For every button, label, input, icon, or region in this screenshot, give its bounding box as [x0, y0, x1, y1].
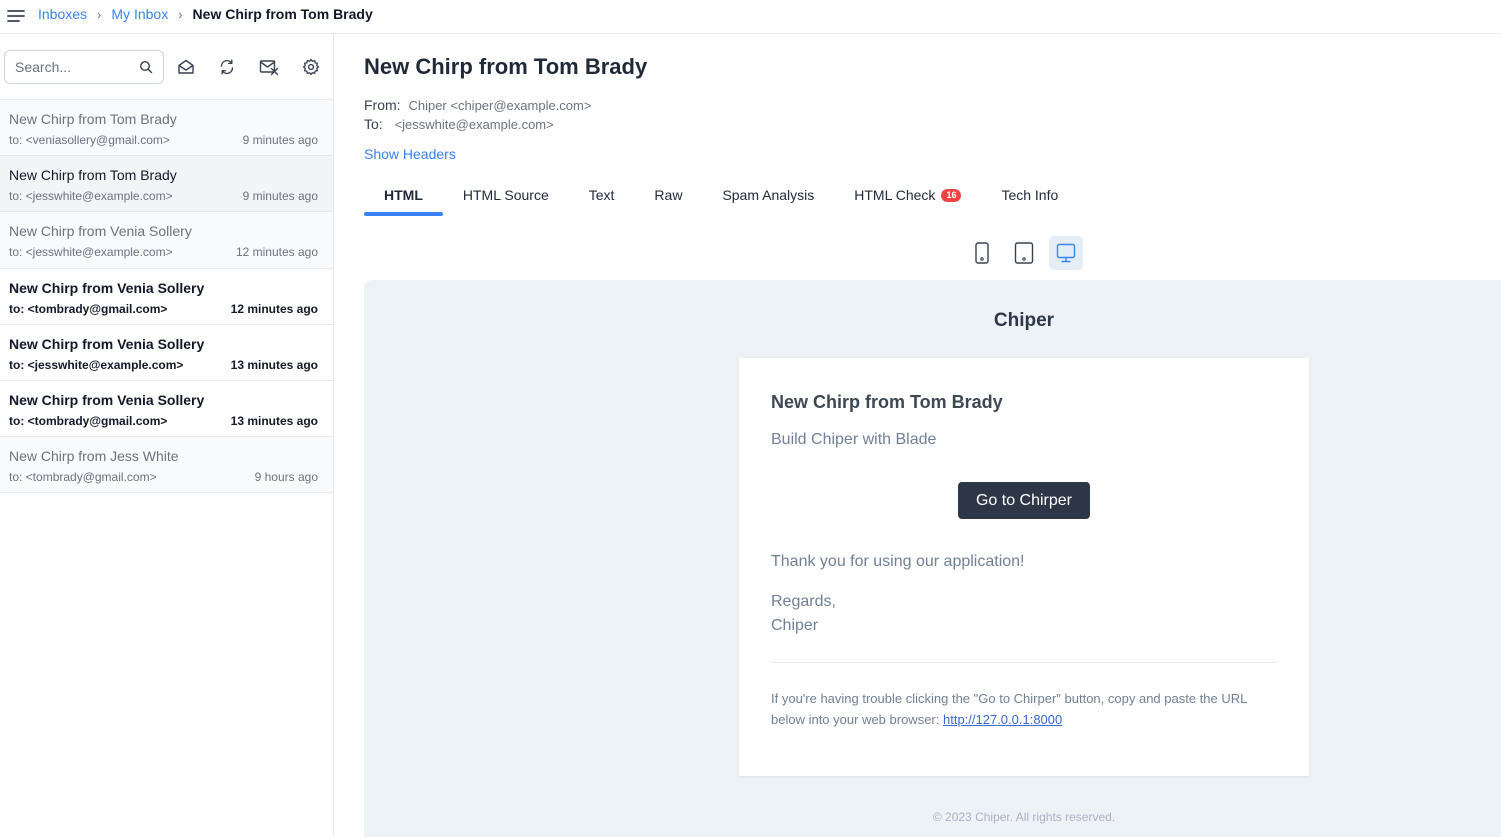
- hamburger-menu-icon[interactable]: [7, 7, 25, 25]
- envelope-open-icon: [178, 59, 194, 74]
- top-bar: Inboxes › My Inbox › New Chirp from Tom …: [0, 0, 1501, 34]
- tab-label: HTML: [384, 187, 423, 203]
- list-item[interactable]: New Chirp from Jess White to: <tombrady@…: [0, 437, 333, 494]
- tab-text[interactable]: Text: [569, 174, 635, 216]
- email-subcopy: If you're having trouble clicking the "G…: [771, 688, 1277, 730]
- to-row: To: <jesswhite@example.com>: [364, 116, 554, 132]
- tab-raw[interactable]: Raw: [634, 174, 702, 216]
- settings-button[interactable]: [300, 56, 322, 78]
- email-signature: Chiper: [771, 617, 819, 634]
- search-input[interactable]: [15, 52, 140, 82]
- view-tabs: HTML HTML Source Text Raw Spam Analysis …: [364, 174, 1078, 216]
- breadcrumb-current: New Chirp from Tom Brady: [192, 6, 373, 22]
- list-item[interactable]: New Chirp from Venia Sollery to: <tombra…: [0, 268, 333, 325]
- message-time: 12 minutes ago: [230, 301, 318, 316]
- to-label: To:: [364, 116, 383, 132]
- app-url-link[interactable]: http://127.0.0.1:8000: [943, 712, 1062, 727]
- refresh-button[interactable]: [216, 56, 238, 78]
- message-subject: New Chirp from Tom Brady: [9, 111, 177, 127]
- message-recipient: to: <jesswhite@example.com>: [9, 357, 184, 372]
- tab-spam-analysis[interactable]: Spam Analysis: [702, 174, 834, 216]
- search-box: [4, 50, 164, 84]
- chevron-right-icon: ›: [97, 6, 102, 22]
- gear-icon: [302, 58, 320, 76]
- tab-html-source[interactable]: HTML Source: [443, 174, 569, 216]
- clear-inbox-button[interactable]: [258, 56, 280, 78]
- desktop-icon: [1056, 243, 1076, 263]
- divider: [771, 662, 1277, 663]
- message-subject: New Chirp from Venia Sollery: [9, 335, 205, 352]
- tab-html-check[interactable]: HTML Check 16: [834, 174, 981, 216]
- message-time: 13 minutes ago: [230, 413, 318, 428]
- message-subject: New Chirp from Venia Sollery: [9, 279, 205, 296]
- tab-label: HTML Check: [854, 187, 936, 203]
- breadcrumb-inboxes[interactable]: Inboxes: [38, 6, 87, 22]
- issue-count-badge: 16: [941, 188, 962, 202]
- list-item[interactable]: New Chirp from Tom Brady to: <jesswhite@…: [0, 156, 333, 213]
- tab-tech-info[interactable]: Tech Info: [981, 174, 1078, 216]
- message-subject: New Chirp from Jess White: [9, 448, 179, 465]
- list-item[interactable]: New Chirp from Venia Sollery to: <jesswh…: [0, 212, 333, 269]
- breadcrumb-my-inbox[interactable]: My Inbox: [111, 6, 168, 22]
- message-recipient: to: <jesswhite@example.com>: [9, 189, 173, 204]
- message-time: 12 minutes ago: [235, 245, 318, 260]
- chevron-right-icon: ›: [178, 6, 183, 22]
- mail-delete-icon: [259, 60, 279, 76]
- message-recipient: to: <tombrady@gmail.com>: [9, 301, 168, 316]
- tablet-icon: [1014, 242, 1034, 264]
- message-subject: New Chirp from Tom Brady: [9, 167, 177, 184]
- from-label: From:: [364, 97, 401, 113]
- message-subject: New Chirp from Venia Sollery: [9, 223, 192, 240]
- list-item[interactable]: New Chirp from Venia Sollery to: <jesswh…: [0, 324, 333, 381]
- desktop-view-button[interactable]: [1049, 236, 1083, 270]
- list-item[interactable]: New Chirp from Venia Sollery to: <tombra…: [0, 380, 333, 438]
- message-time: 9 minutes ago: [242, 133, 318, 147]
- email-regards: Regards,: [771, 593, 836, 610]
- show-headers-link[interactable]: Show Headers: [364, 146, 456, 162]
- email-preview: Chiper New Chirp from Tom Brady Build Ch…: [364, 280, 1501, 837]
- tab-html[interactable]: HTML: [364, 174, 443, 216]
- message-recipient: to: <jesswhite@example.com>: [9, 245, 173, 260]
- from-row: From: Chiper <chiper@example.com>: [364, 97, 591, 113]
- message-time: 13 minutes ago: [230, 357, 318, 372]
- tab-label: Spam Analysis: [722, 187, 815, 203]
- message-time: 9 minutes ago: [242, 189, 318, 204]
- message-recipient: to: <veniasollery@gmail.com>: [9, 133, 170, 147]
- refresh-icon: [220, 59, 234, 75]
- to-value: <jesswhite@example.com>: [394, 117, 554, 132]
- message-recipient: to: <tombrady@gmail.com>: [9, 413, 168, 428]
- email-heading: New Chirp from Tom Brady: [771, 392, 1003, 412]
- email-body-text: Build Chiper with Blade: [771, 431, 937, 448]
- email-footer: © 2023 Chiper. All rights reserved.: [932, 810, 1116, 824]
- tab-label: HTML Source: [462, 187, 549, 203]
- phone-icon: [975, 242, 989, 264]
- message-recipient: to: <tombrady@gmail.com>: [9, 470, 157, 485]
- email-brand: Chiper: [993, 310, 1055, 331]
- tab-label: Text: [588, 187, 615, 203]
- message-title: New Chirp from Tom Brady: [364, 54, 648, 79]
- go-to-chirper-button[interactable]: Go to Chirper: [958, 482, 1090, 519]
- message-time: 9 hours ago: [254, 470, 318, 485]
- tab-label: Raw: [654, 187, 683, 203]
- sidebar: New Chirp from Tom Brady to: <veniasolle…: [0, 34, 334, 837]
- list-item[interactable]: New Chirp from Tom Brady to: <veniasolle…: [0, 100, 333, 157]
- from-value: Chiper <chiper@example.com>: [408, 98, 592, 113]
- email-card: New Chirp from Tom Brady Build Chiper wi…: [739, 358, 1309, 776]
- mobile-view-button[interactable]: [965, 236, 999, 270]
- tab-label: Tech Info: [1001, 187, 1059, 203]
- tablet-view-button[interactable]: [1007, 236, 1041, 270]
- mark-all-read-button[interactable]: [175, 56, 197, 78]
- message-view: New Chirp from Tom Brady From: Chiper <c…: [334, 34, 1501, 837]
- breadcrumb: Inboxes › My Inbox › New Chirp from Tom …: [38, 6, 373, 22]
- search-icon[interactable]: [139, 60, 153, 74]
- message-subject: New Chirp from Venia Sollery: [9, 391, 205, 408]
- email-thanks: Thank you for using our application!: [771, 553, 1025, 570]
- message-list: New Chirp from Tom Brady to: <veniasolle…: [0, 99, 333, 494]
